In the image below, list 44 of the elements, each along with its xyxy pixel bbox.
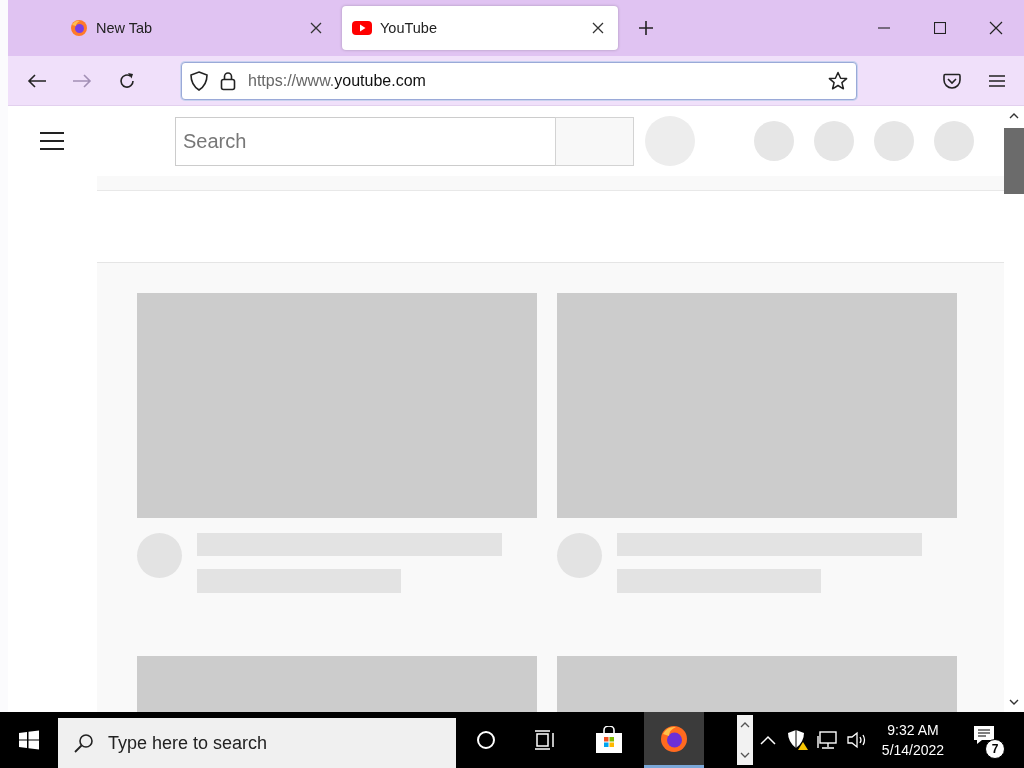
close-icon[interactable] <box>310 22 322 34</box>
firefox-logo-icon <box>660 724 688 753</box>
shield-warning-icon[interactable] <box>787 729 809 751</box>
icon-placeholder <box>874 121 914 161</box>
notification-count: 7 <box>985 739 1005 759</box>
notification-icon[interactable] <box>973 725 995 745</box>
browser-tab[interactable]: YouTube <box>342 6 618 50</box>
scroll-thumb[interactable] <box>1004 128 1024 194</box>
icon-placeholder <box>934 121 974 161</box>
menu-icon[interactable] <box>989 73 1005 88</box>
caret-down-icon[interactable] <box>740 752 750 758</box>
browser-tab[interactable]: New Tab <box>60 6 336 50</box>
network-icon[interactable] <box>817 730 839 750</box>
reload-icon[interactable] <box>118 71 136 90</box>
plus-icon[interactable] <box>638 20 654 36</box>
pocket-icon[interactable] <box>943 72 961 89</box>
clock-time[interactable]: 9:32 AM <box>887 722 939 738</box>
maximize-icon[interactable] <box>934 22 946 34</box>
back-arrow-icon[interactable] <box>27 72 47 89</box>
shopping-bag-icon <box>595 726 623 754</box>
lock-icon <box>220 70 236 91</box>
caret-down-icon[interactable] <box>1009 699 1019 705</box>
circle-icon[interactable] <box>475 730 496 750</box>
caret-up-icon[interactable] <box>1009 113 1019 119</box>
close-icon[interactable] <box>592 22 604 34</box>
close-icon[interactable] <box>989 21 1003 35</box>
play-logo-icon <box>352 19 372 37</box>
icon-placeholder <box>814 121 854 161</box>
search-field[interactable]: Search <box>175 116 555 166</box>
firefox-logo-icon <box>70 19 88 37</box>
taskbar-search-field[interactable]: Type here to search <box>58 718 456 768</box>
search-icon <box>74 733 94 753</box>
address-bar[interactable]: https://www.youtube.com <box>181 61 857 100</box>
icon-placeholder <box>754 121 794 161</box>
star-icon[interactable] <box>828 70 848 91</box>
chevron-up-icon[interactable] <box>760 735 776 745</box>
task-view-icon[interactable] <box>533 730 556 750</box>
shield-icon <box>190 70 208 91</box>
windows-logo-icon[interactable] <box>19 730 39 750</box>
menu-icon[interactable] <box>40 132 64 150</box>
caret-up-icon[interactable] <box>740 722 750 728</box>
url-text: https://www.youtube.com <box>248 71 426 90</box>
clock-date[interactable]: 5/14/2022 <box>881 742 945 758</box>
forward-arrow-icon <box>72 72 92 89</box>
